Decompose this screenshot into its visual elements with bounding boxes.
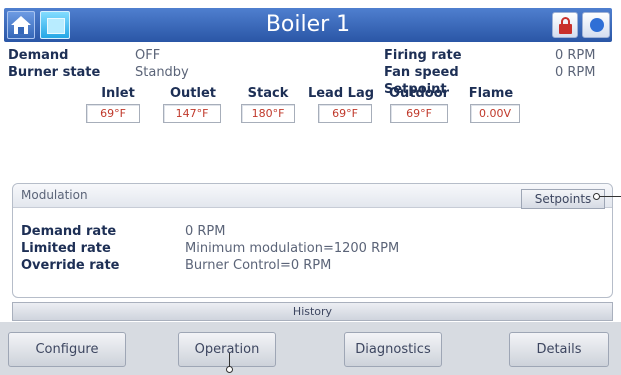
info-button[interactable] bbox=[582, 12, 610, 38]
diagnostics-button[interactable]: Diagnostics bbox=[344, 332, 442, 367]
modulation-title: Modulation bbox=[21, 188, 88, 202]
outdoor-label: Outdoor bbox=[388, 86, 450, 101]
setpoints-callout-line bbox=[597, 196, 621, 197]
demand-rate-label: Demand rate bbox=[21, 224, 117, 239]
modulation-panel: Modulation Setpoints Demand rate 0 RPM L… bbox=[12, 183, 613, 298]
outlet-label: Outlet bbox=[169, 86, 216, 101]
configure-button[interactable]: Configure bbox=[8, 332, 126, 367]
fan-speed-value: 0 RPM bbox=[555, 65, 596, 80]
demand-rate-value: 0 RPM bbox=[185, 224, 226, 239]
firing-rate-value: 0 RPM bbox=[555, 48, 596, 63]
bottom-navigation: Configure Operation Diagnostics Details bbox=[0, 322, 621, 375]
firing-rate-label: Firing rate bbox=[384, 48, 462, 63]
stack-label: Stack bbox=[247, 86, 289, 101]
setpoints-callout-marker bbox=[593, 193, 600, 200]
history-button[interactable]: History bbox=[12, 302, 613, 321]
page-title: Boiler 1 bbox=[265, 12, 351, 37]
fan-speed-label: Fan speed bbox=[384, 65, 459, 80]
setpoints-button[interactable]: Setpoints bbox=[521, 189, 605, 209]
override-rate-value: Burner Control=0 RPM bbox=[185, 258, 332, 273]
operation-callout-marker bbox=[226, 366, 233, 373]
burner-state-value: Standby bbox=[135, 65, 189, 80]
demand-value: OFF bbox=[135, 48, 161, 63]
title-bar: Boiler 1 bbox=[4, 8, 612, 42]
outlet-value: 147°F bbox=[163, 104, 221, 123]
demand-label: Demand bbox=[8, 48, 69, 63]
details-button[interactable]: Details bbox=[509, 332, 609, 367]
stack-value: 180°F bbox=[241, 104, 295, 123]
operation-button[interactable]: Operation bbox=[178, 332, 276, 367]
override-rate-label: Override rate bbox=[21, 258, 120, 273]
lock-button[interactable] bbox=[552, 12, 578, 38]
lead-lag-label: Lead Lag bbox=[307, 86, 375, 101]
limited-rate-value: Minimum modulation=1200 RPM bbox=[185, 241, 400, 256]
limited-rate-label: Limited rate bbox=[21, 241, 111, 256]
inlet-value: 69°F bbox=[86, 104, 140, 123]
lead-lag-value: 69°F bbox=[318, 104, 372, 123]
burner-state-label: Burner state bbox=[8, 65, 101, 80]
flame-value: 0.00V bbox=[470, 104, 520, 123]
outdoor-value: 69°F bbox=[390, 104, 448, 123]
flame-label: Flame bbox=[468, 86, 514, 101]
inlet-label: Inlet bbox=[101, 86, 135, 101]
